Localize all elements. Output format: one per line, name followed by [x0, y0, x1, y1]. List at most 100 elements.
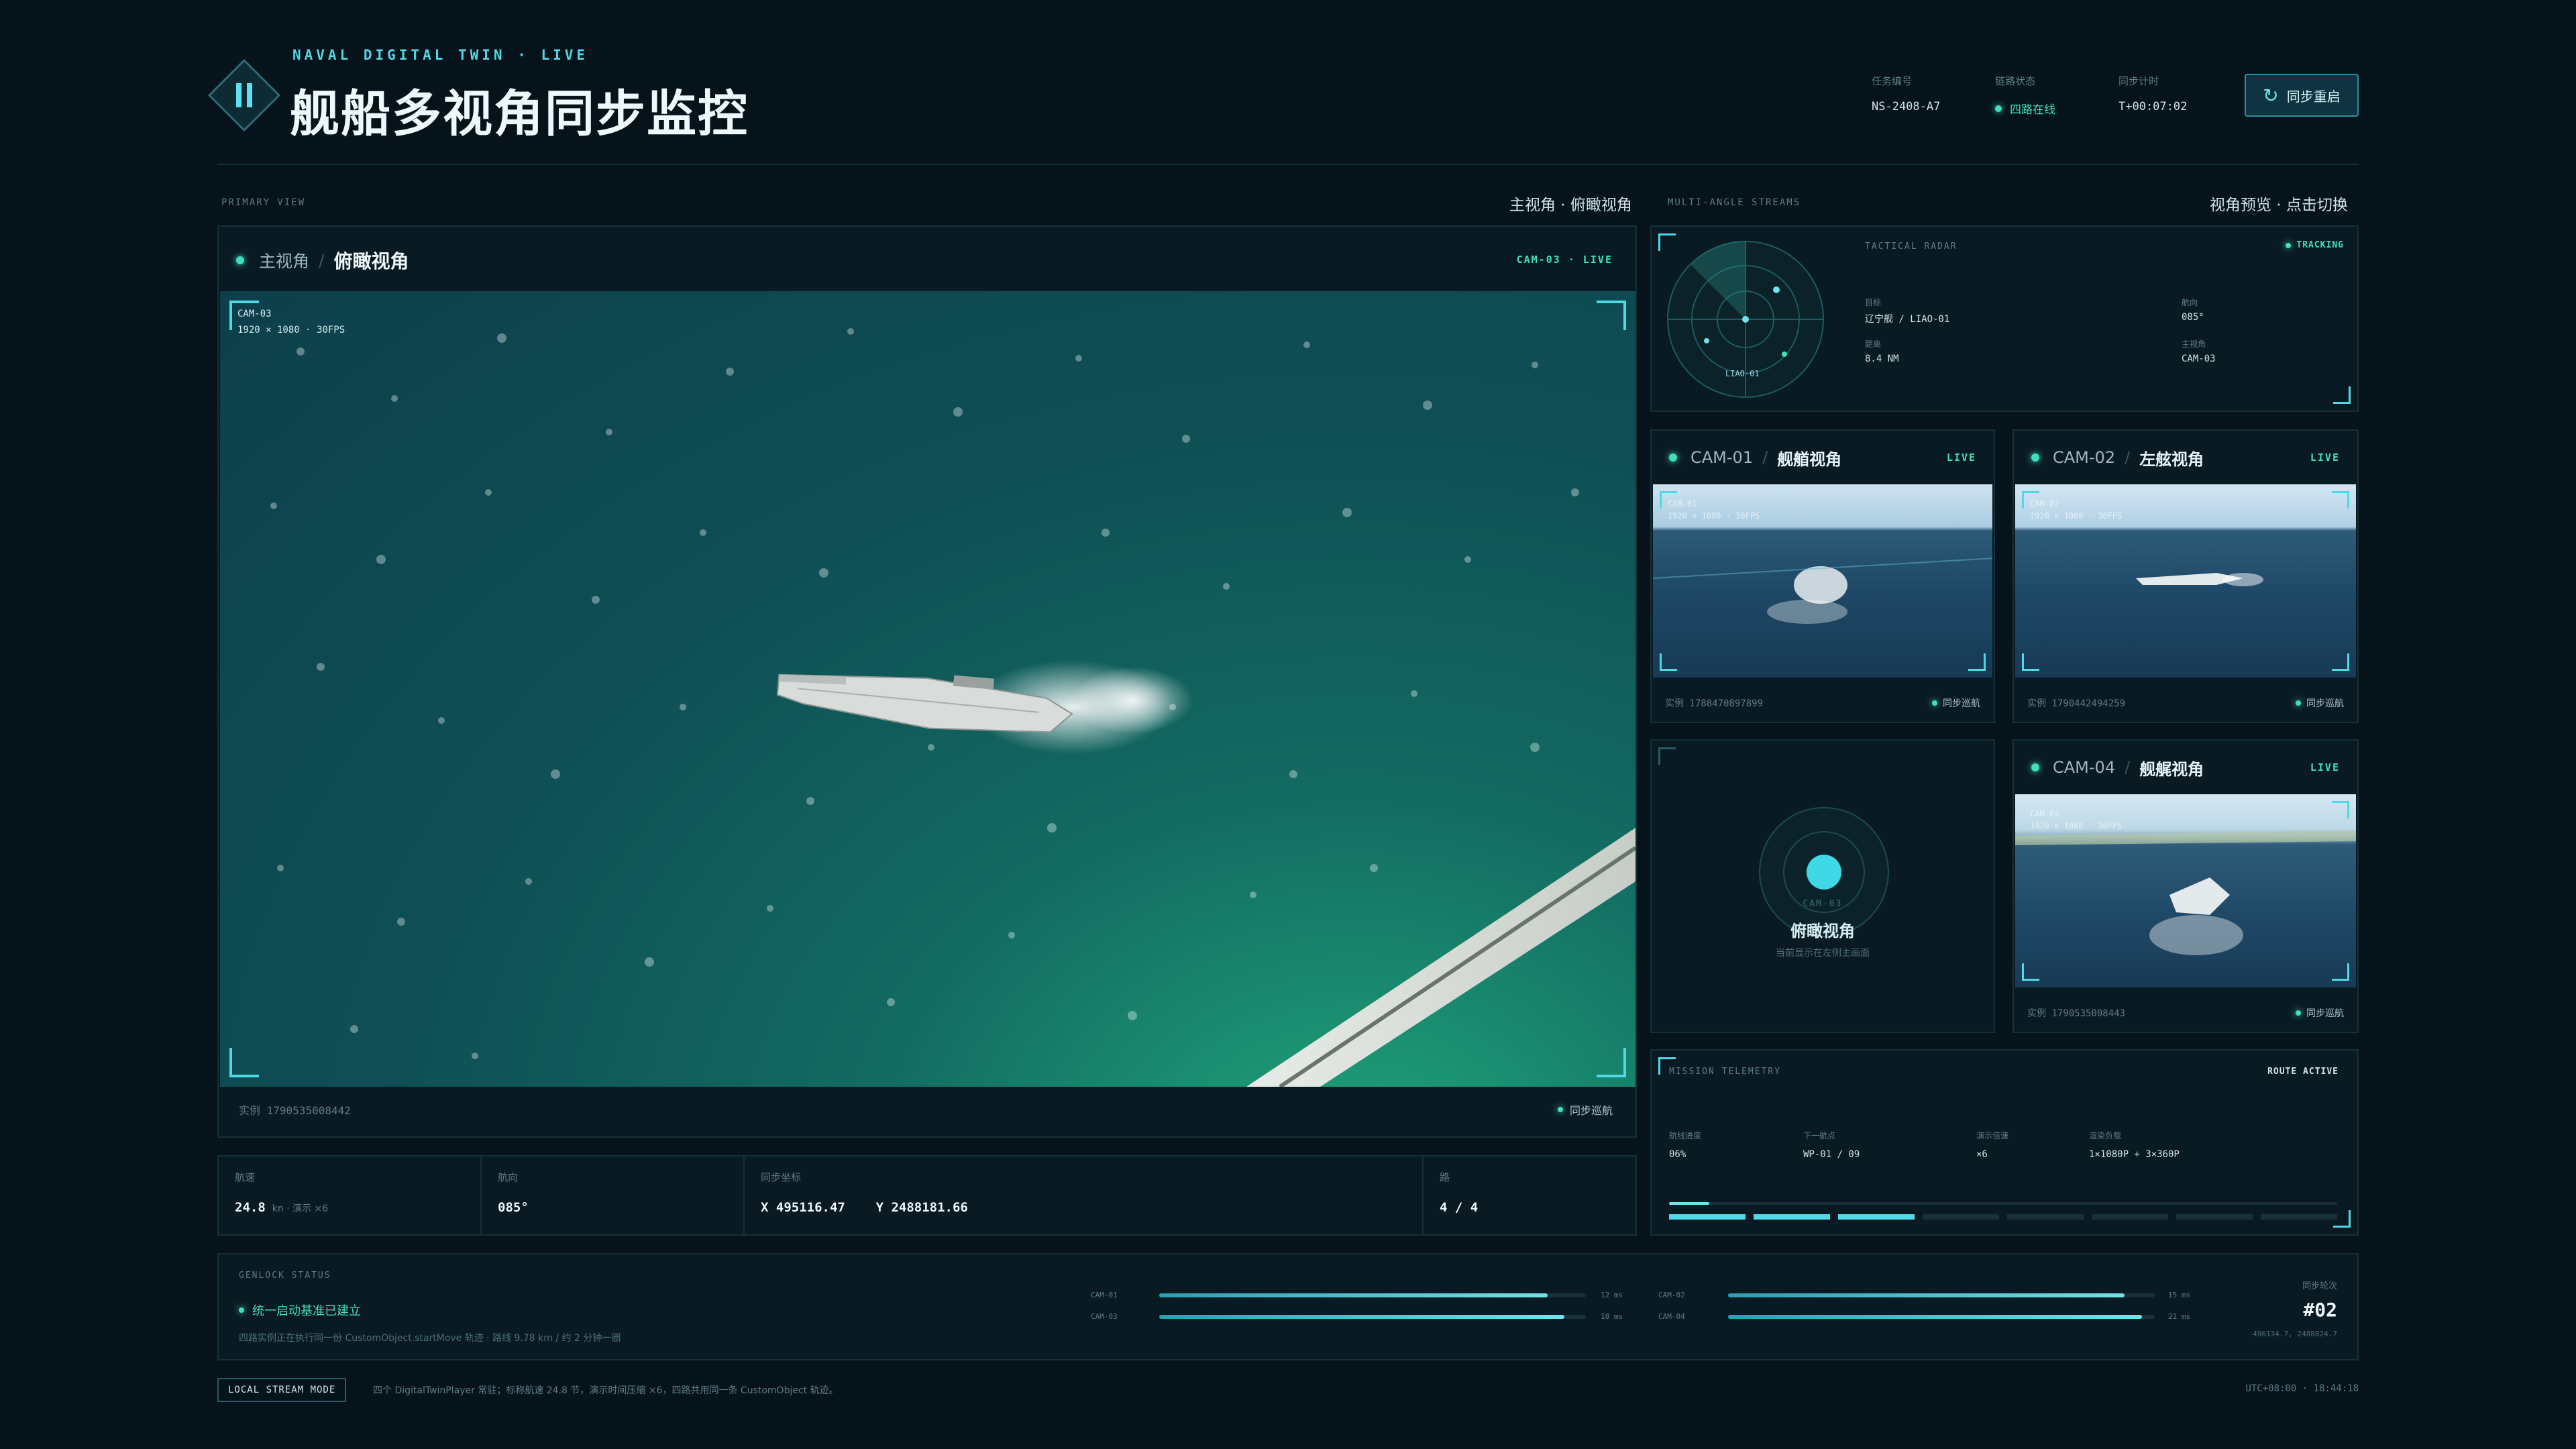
- cam-02-corner-br: [2332, 653, 2349, 671]
- primary-overlay-cam: CAM-03: [237, 309, 272, 319]
- cam-01-live-badge: LIVE: [1946, 451, 1976, 464]
- stats-bar: 航速 24.8 kn · 演示 ×6 航向 085° 同步坐标 X 495116…: [217, 1155, 1637, 1236]
- genlock-fill-cam01: [1159, 1293, 1548, 1297]
- tactical-radar-panel: LIAO-01 TACTICAL RADAR TRACKING 目标 辽宁舰 /…: [1650, 225, 2359, 412]
- mission-id: 任务编号 NS-2408-A7: [1872, 75, 1941, 113]
- route-progress-track: [1669, 1202, 2337, 1205]
- telemetry-status: ROUTE ACTIVE: [2267, 1067, 2339, 1077]
- frame-corner-br: [1597, 1048, 1626, 1077]
- cam-01-corner-bl: [1660, 653, 1677, 671]
- app-logo: [207, 58, 282, 133]
- mission-telemetry-panel: MISSION TELEMETRY ROUTE ACTIVE 航线进度 06% …: [1650, 1049, 2359, 1236]
- coast-edge: [1279, 846, 1635, 1087]
- cam-card-02[interactable]: CAM-02 / 左舷视角 LIVE CAM-02 1920 × 1080 · …: [2012, 429, 2359, 723]
- cam-04-overlay-cam: CAM-04: [2030, 809, 2059, 818]
- genlock-status: 统一启动基准已建立: [239, 1301, 361, 1319]
- radar-tracking-dot: [2286, 242, 2292, 248]
- cam-01-sync-dot: [1932, 700, 1937, 706]
- route-segments: [1669, 1214, 2337, 1220]
- stat-channels: 路 4 / 4: [1440, 1171, 1479, 1215]
- telemetry-field-load: 渲染负载 1×1080P + 3×360P: [2089, 1131, 2180, 1160]
- route-segment: [1669, 1214, 1746, 1220]
- genlock-bar-cam04: [1728, 1315, 2155, 1319]
- primary-cam-tag: CAM-03 · LIVE: [1516, 254, 1613, 266]
- primary-breadcrumb: 主视角 / 俯瞰视角: [236, 247, 409, 274]
- primary-video[interactable]: CAM-03 1920 × 1080 · 30FPS: [220, 291, 1635, 1087]
- crumb-main-view[interactable]: 主视角: [259, 248, 309, 272]
- genlock-note: 四路实例正在执行同一份 CustomObject.startMove 轨迹 · …: [239, 1333, 621, 1344]
- primary-section-label: PRIMARY VIEW: [221, 197, 306, 208]
- cam-01-overlay-res: 1920 × 1080 · 30FPS: [1668, 511, 1760, 521]
- genlock-bar-cam01: [1159, 1293, 1586, 1297]
- genlock-round-coords: 496134.7, 2488824.7: [2253, 1330, 2337, 1338]
- radar-field-distance: 距离 8.4 NM: [1865, 339, 1899, 364]
- route-segment: [1838, 1214, 1915, 1220]
- genlock-ms-cam03: 18 ms: [1601, 1312, 1623, 1321]
- cam-02-overlay-res: 1920 × 1080 · 30FPS: [2030, 511, 2123, 521]
- genlock-ms-cam01: 12 ms: [1601, 1291, 1623, 1299]
- frame-corner-tr: [1597, 301, 1626, 330]
- cam-01-overlay-cam: CAM-01: [1668, 499, 1697, 508]
- cam-02-name: 左舷视角: [2139, 449, 2204, 469]
- refresh-icon: ↻: [2263, 84, 2279, 107]
- cam-04-corner-tr: [2332, 801, 2349, 818]
- route-segment: [2176, 1214, 2253, 1220]
- multi-section-label: MULTI-ANGLE STREAMS: [1668, 197, 1801, 208]
- stream-mode-badge[interactable]: LOCAL STREAM MODE: [217, 1378, 347, 1402]
- cam-02-instance: 实例 1790442494259: [2027, 698, 2126, 709]
- placeholder-corner-tl: [1658, 747, 1676, 765]
- telemetry-field-speedup: 演示倍速 ×6: [1976, 1131, 2009, 1160]
- header-divider: [217, 164, 2359, 165]
- genlock-round-label: 同步轮次: [2302, 1281, 2337, 1291]
- cam-02-feed[interactable]: CAM-02 1920 × 1080 · 30FPS: [2015, 484, 2356, 678]
- cam-04-live-dot: [2031, 763, 2039, 771]
- cam-04-name: 舰艉视角: [2139, 759, 2204, 779]
- resync-button[interactable]: ↻ 同步重启: [2245, 74, 2359, 117]
- route-segment: [2007, 1214, 2084, 1220]
- cam-03-placeholder-card[interactable]: CAM-03 俯瞰视角 当前显示在左侧主画面: [1650, 739, 1995, 1033]
- stat-speed: 航速 24.8 kn · 演示 ×6: [219, 1157, 482, 1234]
- genlock-title: GENLOCK STATUS: [239, 1271, 331, 1281]
- cam-01-corner-br: [1968, 653, 1986, 671]
- radar-center-label: LIAO-01: [1725, 369, 1760, 378]
- cam-01-live-dot: [1669, 453, 1677, 462]
- telemetry-title: MISSION TELEMETRY: [1669, 1067, 1782, 1077]
- cam-card-01[interactable]: CAM-01 / 舰艏视角 LIVE CAM-01 1920 × 1080 · …: [1650, 429, 1995, 723]
- radar-status: TRACKING: [2286, 240, 2344, 250]
- cam-01-feed[interactable]: CAM-01 1920 × 1080 · 30FPS: [1653, 484, 1992, 678]
- cam-04-feed[interactable]: CAM-04 1920 × 1080 · 30FPS: [2015, 794, 2356, 987]
- crumb-current-view: 俯瞰视角: [333, 250, 409, 272]
- primary-overlay-res: 1920 × 1080 · 30FPS: [237, 325, 345, 335]
- footer-clock: UTC+08:00 · 18:44:18: [2245, 1383, 2359, 1394]
- genlock-panel: GENLOCK STATUS 统一启动基准已建立 四路实例正在执行同一份 Cus…: [217, 1253, 2359, 1360]
- cam-01-id: CAM-01: [1690, 448, 1754, 467]
- route-segment: [2261, 1214, 2337, 1220]
- cam-02-sync-dot: [2296, 700, 2301, 706]
- genlock-bar-label-cam04: CAM-04: [1658, 1312, 1685, 1321]
- primary-sync-status: 同步巡航: [1557, 1102, 1613, 1118]
- genlock-fill-cam03: [1159, 1315, 1565, 1319]
- cam-card-04[interactable]: CAM-04 / 舰艉视角 LIVE CAM-04 1920 × 1080 · …: [2012, 739, 2359, 1033]
- route-progress-fill: [1669, 1202, 1709, 1205]
- telemetry-field-progress: 航线进度 06%: [1669, 1131, 1702, 1160]
- genlock-ms-cam04: 21 ms: [2168, 1312, 2191, 1321]
- genlock-status-dot: [239, 1307, 244, 1313]
- cam-04-instance: 实例 1790535008443: [2027, 1008, 2126, 1019]
- multi-section-right: 视角预览 · 点击切换: [2210, 197, 2348, 214]
- route-segment: [2092, 1214, 2168, 1220]
- frame-corner-bl: [229, 1048, 259, 1077]
- sync-timer: 同步计时 T+00:07:02: [2118, 75, 2188, 113]
- telemetry-field-waypoint: 下一航点 WP-01 / 09: [1803, 1131, 1860, 1160]
- cam-02-sync: 同步巡航: [2306, 698, 2344, 709]
- cam-04-sync: 同步巡航: [2306, 1008, 2344, 1019]
- header-kicker: NAVAL DIGITAL TWIN · LIVE: [292, 47, 589, 63]
- cam-04-overlay-res: 1920 × 1080 · 30FPS: [2030, 821, 2123, 830]
- ocean-scene: [270, 328, 1635, 1087]
- page-title: 舰船多视角同步监控: [290, 85, 749, 143]
- link-online-dot: [1995, 105, 2002, 112]
- cam-01-instance: 实例 1788470897899: [1665, 698, 1764, 709]
- genlock-fill-cam04: [1728, 1315, 2142, 1319]
- cam-04-corner-bl: [2022, 963, 2039, 981]
- primary-instance: 实例 1790535008442: [239, 1104, 351, 1117]
- cam-02-id: CAM-02: [2053, 448, 2116, 467]
